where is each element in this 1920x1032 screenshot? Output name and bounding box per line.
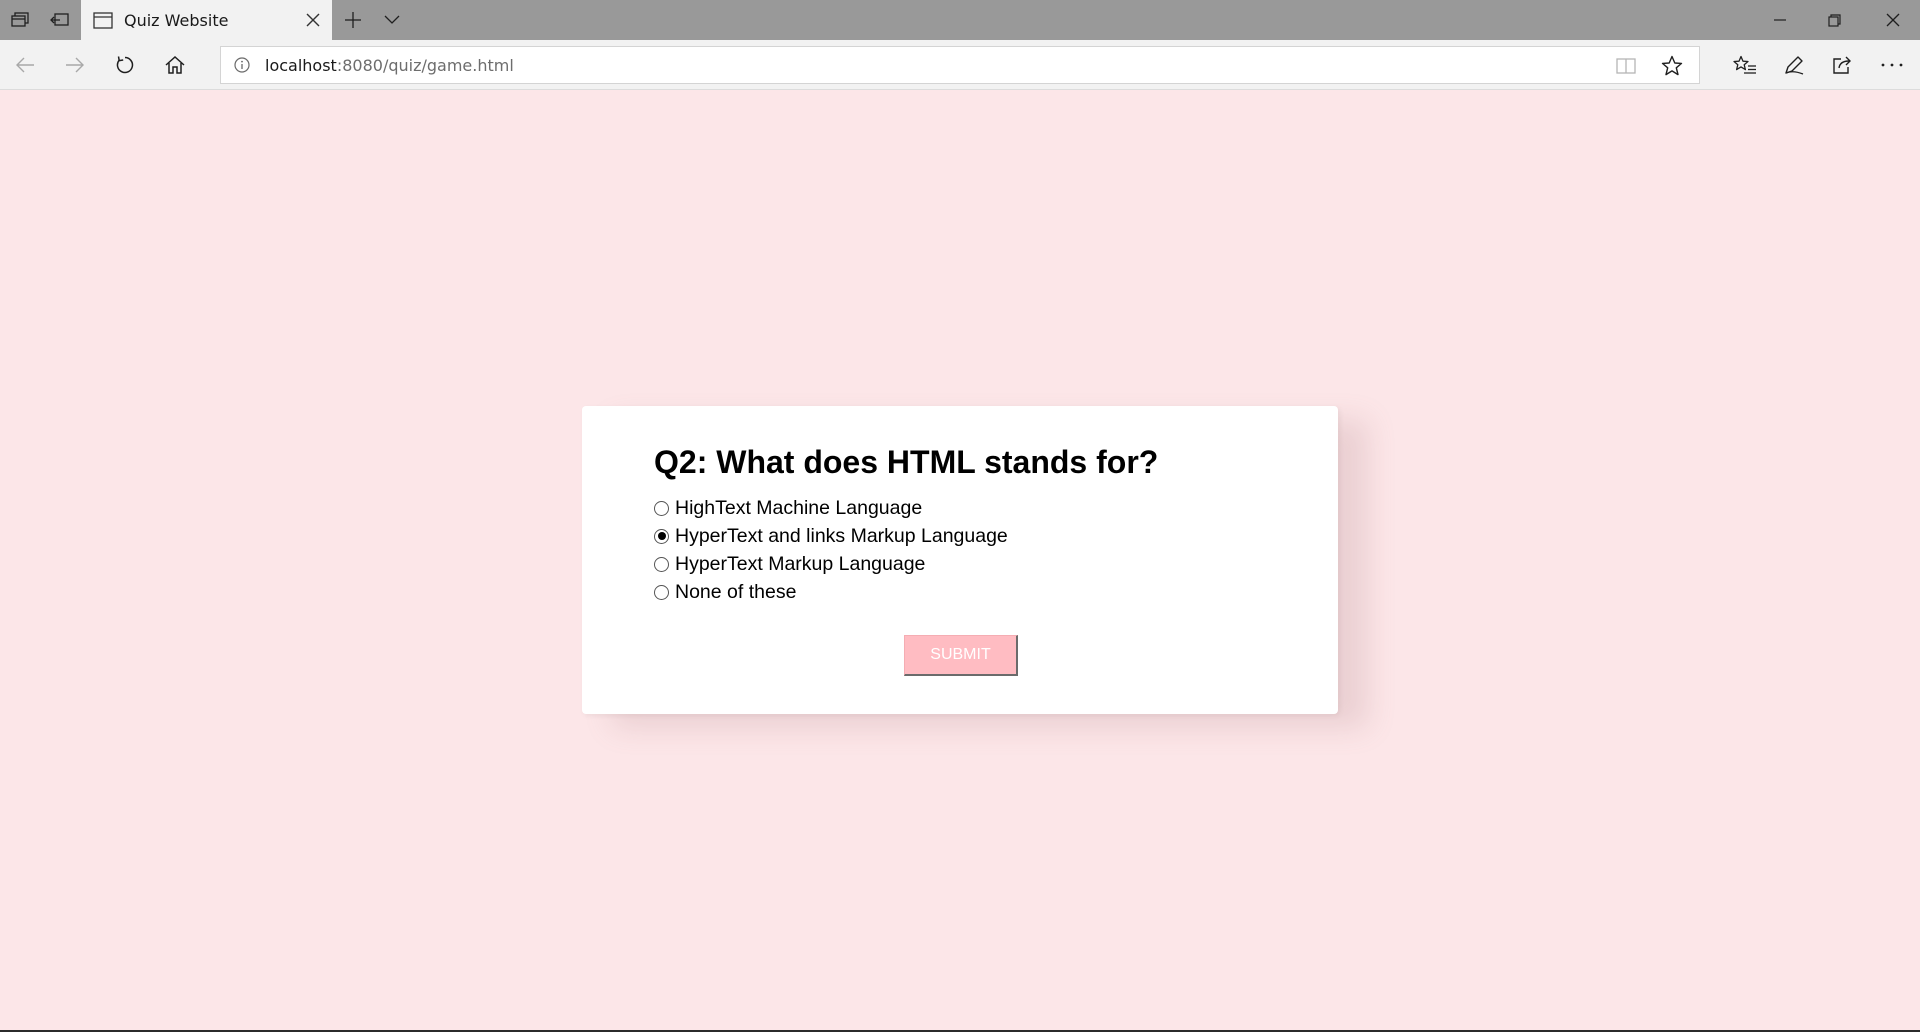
chevron-down-icon[interactable] [372,0,412,40]
radio-button-selected[interactable] [654,528,669,544]
radio-dot [657,532,666,540]
browser-title-bar: Quiz Website [0,0,1920,40]
address-bar[interactable]: localhost:8080/quiz/game.html [220,46,1700,84]
url-host: localhost [265,55,337,75]
tab-title: Quiz Website [124,10,229,30]
pen-icon[interactable] [1774,45,1814,85]
radio-button[interactable] [654,500,669,516]
star-icon[interactable] [1659,53,1685,79]
favorites-hub-icon[interactable] [1725,45,1765,85]
restore-icon[interactable] [1810,0,1858,40]
submit-button[interactable]: SUBMIT [904,635,1018,676]
answer-label[interactable]: HyperText Markup Language [675,553,925,576]
reading-view-icon[interactable] [1615,55,1637,77]
home-icon[interactable] [155,45,195,85]
back-arrow-icon[interactable] [5,45,45,85]
tab-quiz-website[interactable]: Quiz Website [81,0,332,40]
answer-label[interactable]: None of these [675,581,796,604]
url-path: :8080/quiz/game.html [336,55,514,75]
more-icon[interactable] [1872,45,1912,85]
page-icon [93,10,113,30]
quiz-card: Q2: What does HTML stands for? HighText … [582,406,1338,714]
share-icon[interactable] [1823,45,1863,85]
plus-icon[interactable] [333,0,373,40]
answer-option[interactable]: HyperText and links Markup Language [654,522,1008,550]
forward-arrow-icon[interactable] [55,45,95,85]
info-icon[interactable] [233,56,251,74]
answer-list: HighText Machine Language HyperText and … [654,494,1008,606]
url-text[interactable]: localhost:8080/quiz/game.html [265,56,514,75]
answer-label[interactable]: HighText Machine Language [675,497,922,520]
window-close-icon[interactable] [1866,0,1920,40]
question-heading: Q2: What does HTML stands for? [654,444,1159,480]
answer-option[interactable]: HighText Machine Language [654,494,1008,522]
tab-preview-icon[interactable] [0,0,40,40]
radio-button[interactable] [654,584,669,600]
answer-option[interactable]: HyperText Markup Language [654,550,1008,578]
set-aside-tabs-icon[interactable] [40,0,80,40]
navigation-bar: localhost:8080/quiz/game.html [0,40,1920,90]
answer-option[interactable]: None of these [654,578,1008,606]
close-icon[interactable] [300,7,326,33]
minimize-icon[interactable] [1756,0,1804,40]
answer-label[interactable]: HyperText and links Markup Language [675,525,1008,548]
refresh-icon[interactable] [105,45,145,85]
radio-button[interactable] [654,556,669,572]
